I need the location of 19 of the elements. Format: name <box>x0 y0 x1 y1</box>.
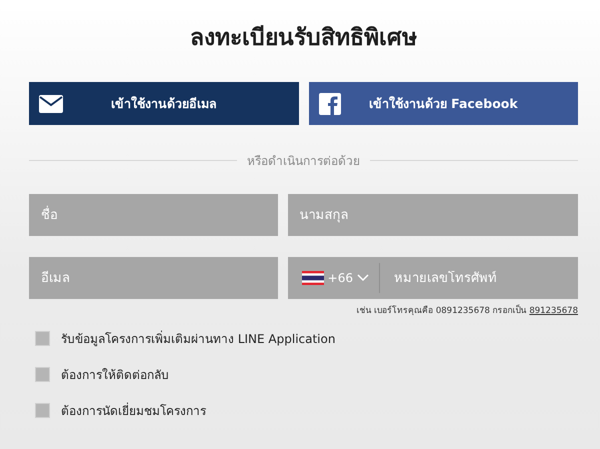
facebook-icon <box>318 92 342 114</box>
thai-flag-icon <box>302 271 324 285</box>
checkbox[interactable] <box>35 331 50 346</box>
input-field[interactable]: อีเมล <box>29 257 278 299</box>
facebook-login-button[interactable]: เข้าใช้งานด้วย Facebook <box>308 82 578 125</box>
checkbox-label: รับข้อมูลโครงการเพิ่มเติมผ่านทาง LINE Application <box>61 330 336 348</box>
divider-text: หรือดำเนินการต่อด้วย <box>247 153 360 170</box>
checkbox-label: ต้องการให้ติดต่อกลับ <box>61 367 169 384</box>
hint-text: เช่น เบอร์โทรคุณคือ 0891235678 กรอกเป็น 891235678 <box>356 304 578 317</box>
input-field[interactable]: ชื่อ <box>29 194 278 236</box>
example-link[interactable]: 891235678 <box>529 306 578 316</box>
checkbox-label: ต้องการนัดเยี่ยมชมโครงการ <box>61 402 206 420</box>
input-field[interactable]: นามสกุล <box>288 194 578 236</box>
envelope-icon <box>39 94 63 112</box>
page-title: ลงทะเบียนรับสิทธิพิเศษ <box>189 24 418 53</box>
checkbox[interactable] <box>35 403 50 418</box>
chevron-down-icon <box>357 274 369 282</box>
email-login-button[interactable]: เข้าใช้งานด้วยอีเมล <box>29 82 298 125</box>
checkbox[interactable] <box>35 367 50 382</box>
